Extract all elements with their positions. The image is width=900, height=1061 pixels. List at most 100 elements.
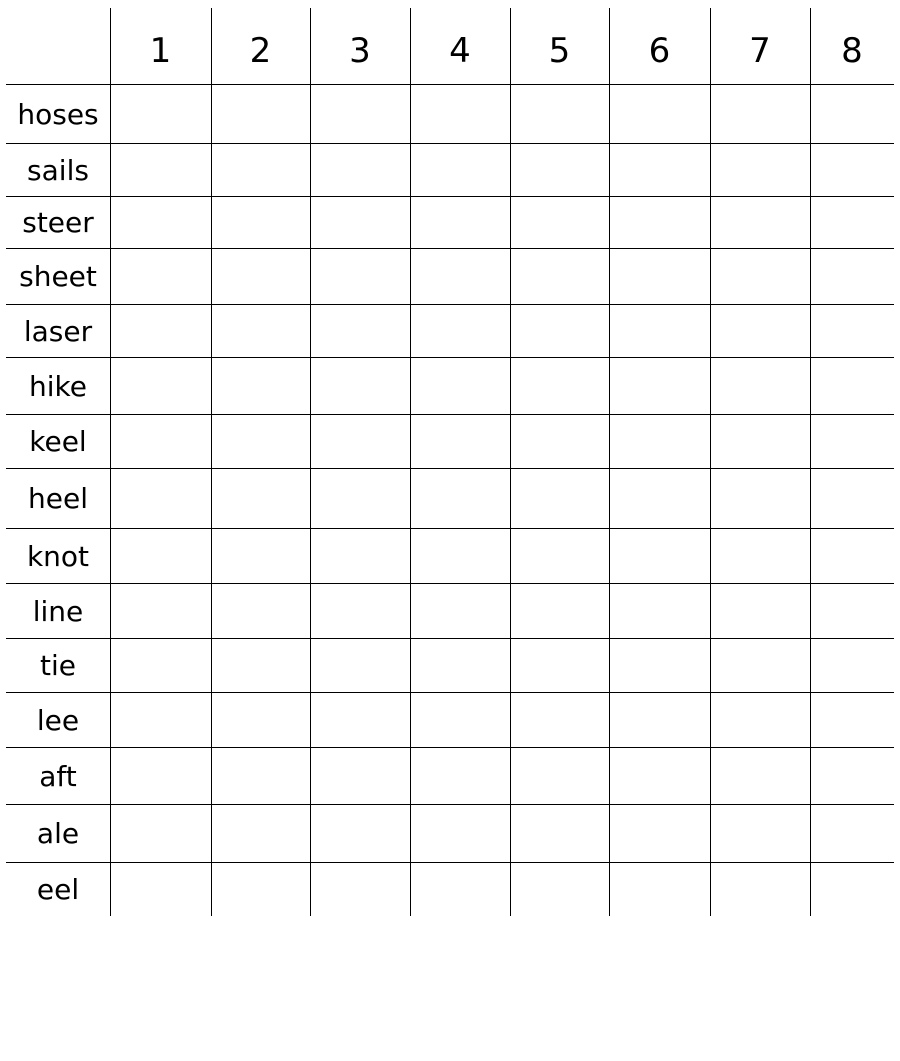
grid-cell[interactable] [111,748,211,804]
grid-cell[interactable] [111,529,211,583]
grid-cell[interactable] [411,805,510,862]
grid-cell[interactable] [811,469,894,528]
grid-cell[interactable] [411,529,510,583]
grid-cell[interactable] [212,863,310,916]
grid-cell[interactable] [311,748,410,804]
grid-cell[interactable] [511,85,609,143]
grid-cell[interactable] [511,358,609,414]
grid-cell[interactable] [811,805,894,862]
grid-cell[interactable] [610,639,710,692]
grid-cell[interactable] [212,358,310,414]
grid-cell[interactable] [511,305,609,357]
grid-cell[interactable] [212,639,310,692]
grid-cell[interactable] [711,358,810,414]
grid-cell[interactable] [711,584,810,638]
grid-cell[interactable] [711,249,810,304]
grid-cell[interactable] [212,469,310,528]
grid-cell[interactable] [610,249,710,304]
grid-cell[interactable] [511,529,609,583]
grid-cell[interactable] [111,469,211,528]
grid-cell[interactable] [811,197,894,248]
grid-cell[interactable] [511,805,609,862]
grid-cell[interactable] [311,584,410,638]
grid-cell[interactable] [811,529,894,583]
grid-cell[interactable] [610,693,710,747]
grid-cell[interactable] [212,144,310,196]
grid-cell[interactable] [212,249,310,304]
grid-cell[interactable] [311,639,410,692]
grid-cell[interactable] [311,144,410,196]
grid-cell[interactable] [511,249,609,304]
grid-cell[interactable] [111,197,211,248]
grid-cell[interactable] [411,197,510,248]
grid-cell[interactable] [511,584,609,638]
grid-cell[interactable] [511,197,609,248]
grid-cell[interactable] [311,529,410,583]
grid-cell[interactable] [811,584,894,638]
grid-cell[interactable] [111,305,211,357]
grid-cell[interactable] [111,639,211,692]
grid-cell[interactable] [311,415,410,468]
grid-cell[interactable] [811,693,894,747]
grid-cell[interactable] [511,748,609,804]
grid-cell[interactable] [212,529,310,583]
grid-cell[interactable] [610,197,710,248]
grid-cell[interactable] [411,415,510,468]
grid-cell[interactable] [610,584,710,638]
grid-cell[interactable] [411,748,510,804]
grid-cell[interactable] [711,863,810,916]
grid-cell[interactable] [311,469,410,528]
grid-cell[interactable] [610,358,710,414]
grid-cell[interactable] [311,305,410,357]
grid-cell[interactable] [711,305,810,357]
grid-cell[interactable] [511,863,609,916]
grid-cell[interactable] [811,144,894,196]
grid-cell[interactable] [711,748,810,804]
grid-cell[interactable] [511,469,609,528]
grid-cell[interactable] [411,693,510,747]
grid-cell[interactable] [311,197,410,248]
grid-cell[interactable] [811,358,894,414]
grid-cell[interactable] [411,584,510,638]
grid-cell[interactable] [311,693,410,747]
grid-cell[interactable] [111,85,211,143]
grid-cell[interactable] [811,249,894,304]
grid-cell[interactable] [811,85,894,143]
grid-cell[interactable] [212,415,310,468]
grid-cell[interactable] [511,639,609,692]
grid-cell[interactable] [610,748,710,804]
grid-cell[interactable] [610,469,710,528]
grid-cell[interactable] [212,805,310,862]
grid-cell[interactable] [111,358,211,414]
grid-cell[interactable] [711,197,810,248]
grid-cell[interactable] [610,529,710,583]
grid-cell[interactable] [711,805,810,862]
grid-cell[interactable] [610,305,710,357]
grid-cell[interactable] [711,144,810,196]
grid-cell[interactable] [411,305,510,357]
grid-cell[interactable] [711,529,810,583]
grid-cell[interactable] [610,863,710,916]
grid-cell[interactable] [711,415,810,468]
grid-cell[interactable] [111,693,211,747]
grid-cell[interactable] [411,639,510,692]
grid-cell[interactable] [811,305,894,357]
grid-cell[interactable] [511,415,609,468]
grid-cell[interactable] [411,249,510,304]
grid-cell[interactable] [711,85,810,143]
grid-cell[interactable] [411,469,510,528]
grid-cell[interactable] [811,415,894,468]
grid-cell[interactable] [212,197,310,248]
grid-cell[interactable] [111,584,211,638]
grid-cell[interactable] [311,805,410,862]
grid-cell[interactable] [212,305,310,357]
grid-cell[interactable] [610,85,710,143]
grid-cell[interactable] [711,469,810,528]
grid-cell[interactable] [811,863,894,916]
grid-cell[interactable] [311,85,410,143]
grid-cell[interactable] [411,144,510,196]
grid-cell[interactable] [411,358,510,414]
grid-cell[interactable] [511,693,609,747]
grid-cell[interactable] [212,693,310,747]
grid-cell[interactable] [212,584,310,638]
